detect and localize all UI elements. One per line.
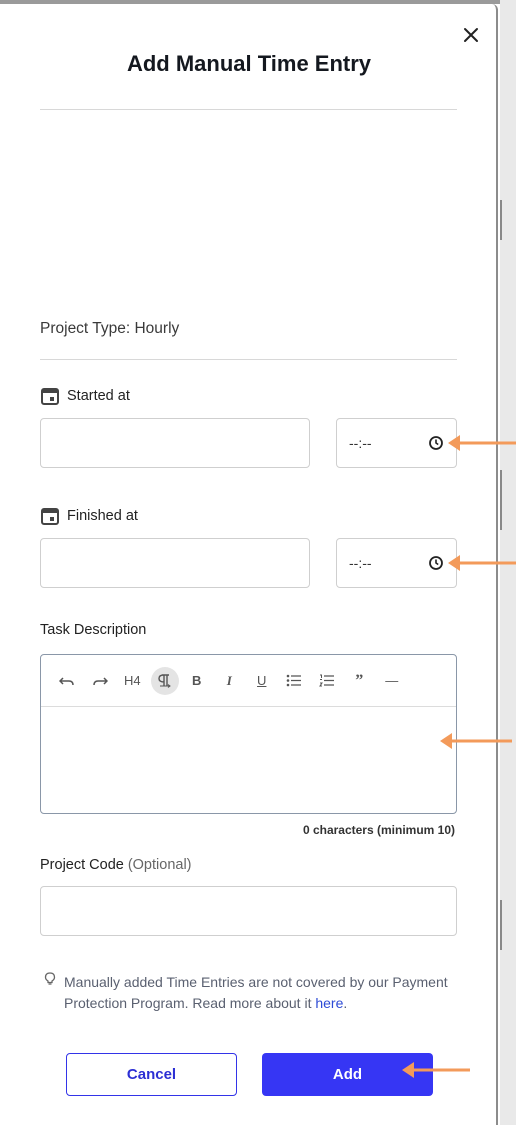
started-time-value: --:-- [349, 435, 372, 451]
paragraph-icon[interactable] [150, 666, 179, 695]
finished-time-value: --:-- [349, 555, 372, 571]
finished-at-label: Finished at [40, 506, 138, 526]
task-description-text: Task Description [40, 622, 147, 638]
read-more-link[interactable]: here [315, 995, 343, 1011]
started-at-text: Started at [67, 388, 130, 404]
project-code-label: Project Code (Optional) [40, 857, 192, 873]
info-text: Manually added Time Entries are not cove… [64, 974, 448, 1011]
project-code-input[interactable] [40, 886, 457, 936]
editor-toolbar: H4 B I U ” — [41, 655, 456, 707]
undo-icon[interactable] [51, 667, 84, 695]
info-end: . [343, 995, 348, 1011]
started-time-input[interactable]: --:-- [336, 418, 457, 468]
lightbulb-icon [44, 972, 56, 985]
project-type: Project Type: Hourly [40, 320, 180, 337]
editor-content[interactable] [41, 707, 456, 813]
finished-time-input[interactable]: --:-- [336, 538, 457, 588]
bold-button[interactable]: B [181, 667, 214, 695]
divider [40, 109, 457, 110]
clock-icon[interactable] [428, 555, 444, 571]
task-description-label: Task Description [40, 622, 146, 638]
started-date-input[interactable] [40, 418, 310, 468]
finished-at-text: Finished at [67, 508, 138, 524]
underline-button[interactable]: U [246, 667, 279, 695]
project-code-text: Project Code [40, 857, 124, 873]
finished-date-input[interactable] [40, 538, 310, 588]
calendar-icon [41, 508, 59, 525]
annotation-arrow [402, 1062, 470, 1078]
italic-button[interactable]: I [213, 667, 246, 695]
annotation-arrow [440, 733, 512, 749]
divider [40, 359, 457, 360]
calendar-icon [41, 388, 59, 405]
task-description-editor[interactable]: H4 B I U ” — [40, 654, 457, 814]
bullet-list-icon[interactable] [278, 667, 311, 695]
annotation-arrow [448, 435, 516, 451]
cancel-button[interactable]: Cancel [66, 1053, 237, 1096]
quote-button[interactable]: ” [343, 667, 376, 695]
clock-icon[interactable] [428, 435, 444, 451]
horizontal-rule-button[interactable]: — [376, 667, 409, 695]
close-icon[interactable] [460, 24, 484, 48]
info-note: Manually added Time Entries are not cove… [44, 972, 454, 1014]
numbered-list-icon[interactable] [311, 667, 344, 695]
redo-icon[interactable] [84, 667, 117, 695]
optional-text: (Optional) [127, 857, 192, 873]
modal-title: Add Manual Time Entry [126, 51, 372, 76]
started-at-label: Started at [40, 386, 130, 406]
char-count: 0 characters (minimum 10) [302, 823, 455, 837]
time-entry-modal: Add Manual Time Entry Project Type: Hour… [0, 4, 498, 1125]
heading-4-button[interactable]: H4 [116, 667, 149, 695]
annotation-arrow [448, 555, 516, 571]
